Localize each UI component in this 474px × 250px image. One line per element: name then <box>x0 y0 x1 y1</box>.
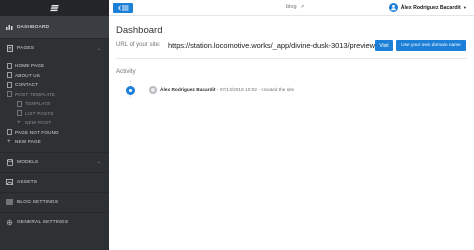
sidebar-item-blog-settings[interactable]: Blog settings <box>0 191 109 212</box>
timeline-dot-icon <box>126 86 135 95</box>
bar-chart-icon <box>6 24 13 31</box>
arrow-left-menu-icon <box>117 5 128 11</box>
activity-user: Àlex Rodriguez Bacardit <box>160 87 216 93</box>
activity-entry: Àlex Rodriguez Bacardit - 07/13/2016 10:… <box>160 88 294 93</box>
plus-icon: + <box>17 119 21 126</box>
site-name-link[interactable]: blog ↗ <box>286 4 304 10</box>
activity-separator: - <box>216 87 219 93</box>
page-item-about[interactable]: About us <box>0 71 109 81</box>
user-menu[interactable]: Àlex Rodriguez Bacardit ▾ <box>388 3 466 12</box>
sidebar: Dashboard Pages ⌄ Home page About us Con… <box>0 0 109 250</box>
logo[interactable] <box>0 0 109 16</box>
page-item-contact[interactable]: Contact <box>0 80 109 90</box>
sidebar-item-dashboard[interactable]: Dashboard <box>0 16 109 38</box>
divider <box>116 58 467 59</box>
page-item-home[interactable]: Home page <box>0 61 109 71</box>
top-bar: blog ↗ Àlex Rodriguez Bacardit ▾ <box>109 0 474 16</box>
activity-separator: - <box>258 87 261 93</box>
visit-button[interactable]: Visit <box>375 40 393 51</box>
sidebar-item-pages[interactable]: Pages ⌄ <box>0 38 109 58</box>
sidebar-item-label: Pages <box>17 46 35 51</box>
page-title: Dashboard <box>116 25 163 36</box>
activity-date: 07/13/2016 10:02 <box>219 87 258 93</box>
sidebar-item-label: Dashboard <box>17 24 50 30</box>
database-icon <box>6 158 13 166</box>
image-icon <box>6 179 13 186</box>
page-icon <box>6 129 12 136</box>
own-domain-button[interactable]: Use your own domain name <box>396 40 466 51</box>
sidebar-item-label: General settings <box>17 219 69 225</box>
toggle-sidebar-button[interactable] <box>113 3 133 13</box>
pages-tree: Home page About us Contact Post template… <box>0 58 109 147</box>
page-item-new-page[interactable]: + New page <box>0 137 109 147</box>
sidebar-item-label: Blog settings <box>17 199 59 205</box>
page-icon <box>6 91 12 98</box>
page-icon <box>6 62 12 69</box>
sidebar-item-general-settings[interactable]: General settings <box>0 211 109 232</box>
activity-avatar <box>149 86 157 94</box>
sidebar-item-label: Assets <box>17 179 38 185</box>
page-item-not-found[interactable]: Page not found <box>0 128 109 138</box>
plus-icon: + <box>7 138 11 145</box>
page-item-template[interactable]: Template <box>0 99 109 109</box>
chevron-down-icon: ⌄ <box>96 45 101 52</box>
pages-icon <box>6 45 13 52</box>
activity-heading: Activity <box>116 68 136 75</box>
page-icon <box>16 100 22 107</box>
url-label: URL of your site: <box>116 42 161 48</box>
user-icon <box>390 5 396 11</box>
sidebar-item-label: Models <box>17 159 39 165</box>
page-item-new-post[interactable]: + New post <box>0 118 109 128</box>
page-icon <box>6 72 12 79</box>
page-item-post-template[interactable]: Post template <box>0 90 109 100</box>
user-name: Àlex Rodriguez Bacardit <box>400 4 461 11</box>
avatar <box>388 3 398 12</box>
list-icon <box>6 199 13 206</box>
chevron-down-icon: ⌄ <box>96 159 101 165</box>
caret-down-icon: ▾ <box>463 4 466 10</box>
page-icon <box>6 81 12 88</box>
external-link-icon: ↗ <box>300 4 305 10</box>
gear-icon <box>6 219 13 226</box>
main-content: Dashboard URL of your site: https://stat… <box>109 16 474 250</box>
sidebar-item-assets[interactable]: Assets <box>0 171 109 192</box>
activity-action: created the site <box>261 87 295 93</box>
sidebar-item-models[interactable]: Models ⌄ <box>0 151 109 172</box>
locomotive-logo-icon <box>49 5 59 12</box>
site-url[interactable]: https://station.locomotive.works/_app/di… <box>168 41 375 50</box>
page-item-list-posts[interactable]: List posts <box>0 109 109 119</box>
page-icon <box>16 110 22 117</box>
